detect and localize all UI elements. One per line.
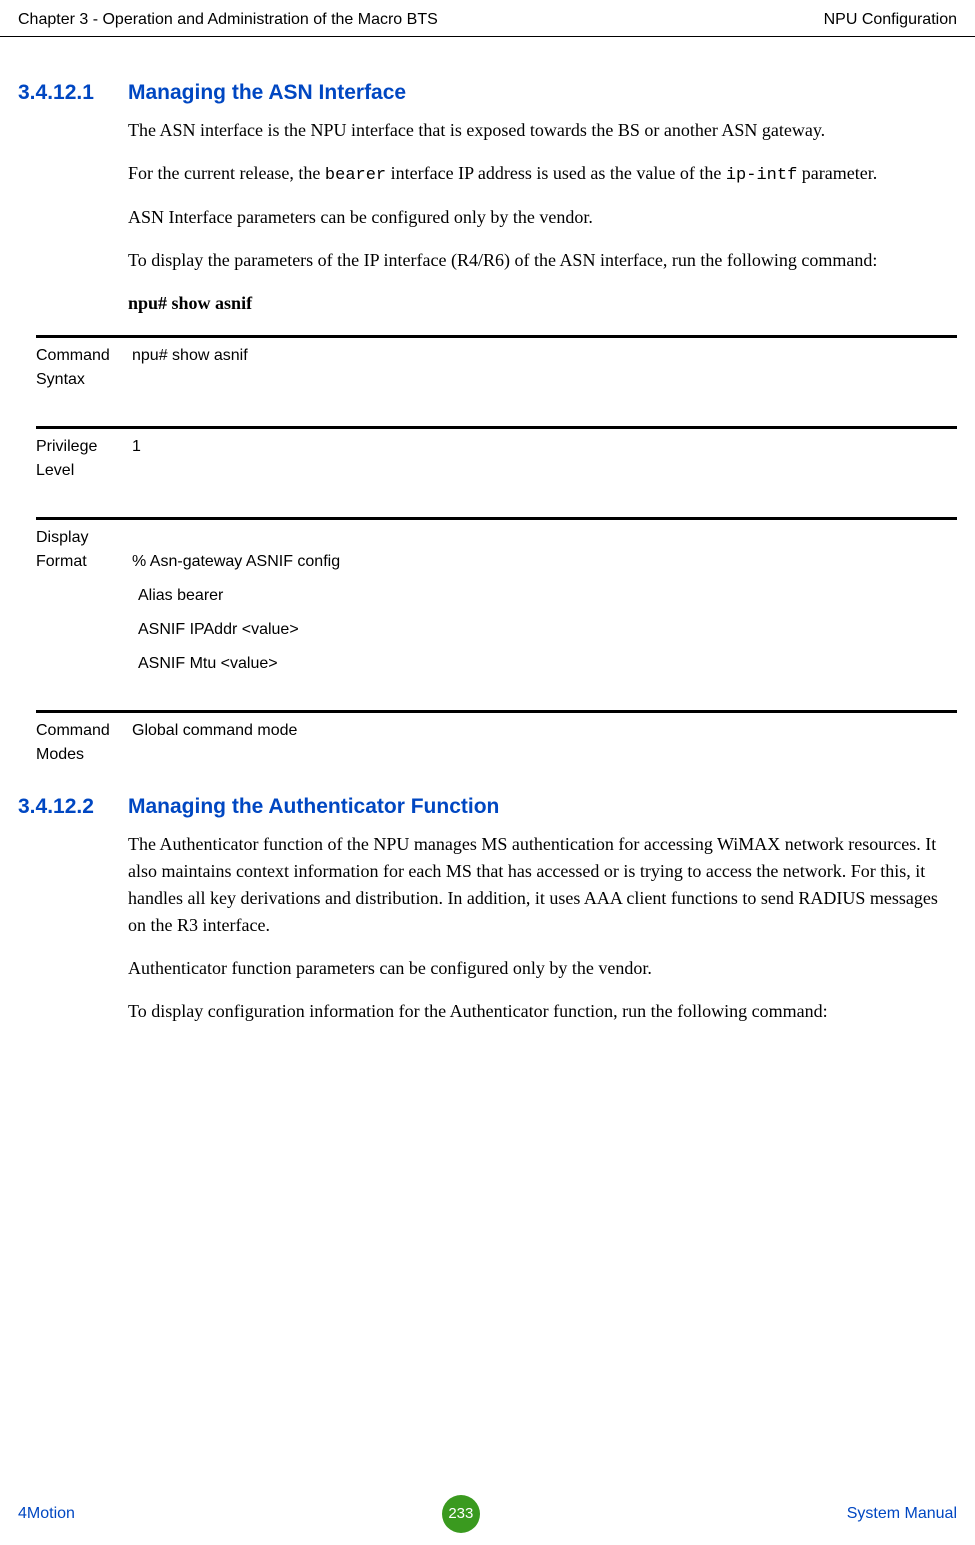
display-line: % Asn-gateway ASNIF config xyxy=(132,550,957,574)
def-privilege-level: Privilege Level 1 xyxy=(36,426,957,483)
def-value: % Asn-gateway ASNIF config Alias bearer … xyxy=(132,526,957,686)
page-content: 3.4.12.1 Managing the ASN Interface The … xyxy=(0,37,975,1051)
display-line: Alias bearer xyxy=(138,584,957,608)
section-title: Managing the ASN Interface xyxy=(128,77,406,109)
display-line: ASNIF Mtu <value> xyxy=(138,652,957,676)
def-label: Display Format xyxy=(36,526,132,686)
section-title: Managing the Authenticator Function xyxy=(128,791,499,823)
footer-left: 4Motion xyxy=(18,1502,75,1526)
def-value: Global command mode xyxy=(132,719,957,767)
paragraph: The ASN interface is the NPU interface t… xyxy=(128,117,951,144)
footer-right: System Manual xyxy=(847,1502,957,1526)
page-header: Chapter 3 - Operation and Administration… xyxy=(0,0,975,37)
section-heading-2: 3.4.12.2 Managing the Authenticator Func… xyxy=(18,791,957,823)
command-line: npu# show asnif xyxy=(128,290,951,317)
section-number: 3.4.12.2 xyxy=(18,791,128,823)
def-label: Command Modes xyxy=(36,719,132,767)
text: For the current release, the xyxy=(128,163,325,183)
section1-body: The ASN interface is the NPU interface t… xyxy=(128,117,951,318)
paragraph: For the current release, the bearer inte… xyxy=(128,160,951,189)
def-value: npu# show asnif xyxy=(132,344,957,392)
header-left: Chapter 3 - Operation and Administration… xyxy=(18,8,438,32)
page-footer: 4Motion 233 System Manual xyxy=(0,1495,975,1533)
def-command-syntax: Command Syntax npu# show asnif xyxy=(36,335,957,392)
def-command-modes: Command Modes Global command mode xyxy=(36,710,957,767)
paragraph: ASN Interface parameters can be configur… xyxy=(128,204,951,231)
header-right: NPU Configuration xyxy=(824,8,957,32)
def-label: Command Syntax xyxy=(36,344,132,392)
section-number: 3.4.12.1 xyxy=(18,77,128,109)
paragraph: The Authenticator function of the NPU ma… xyxy=(128,831,951,939)
def-value: 1 xyxy=(132,435,957,483)
def-display-format: Display Format % Asn-gateway ASNIF confi… xyxy=(36,517,957,686)
code-inline: ip-intf xyxy=(726,166,797,185)
paragraph: To display the parameters of the IP inte… xyxy=(128,247,951,274)
def-label: Privilege Level xyxy=(36,435,132,483)
section2-body: The Authenticator function of the NPU ma… xyxy=(128,831,951,1025)
page-number-badge: 233 xyxy=(442,1495,480,1533)
code-inline: bearer xyxy=(325,166,386,185)
display-line: ASNIF IPAddr <value> xyxy=(138,618,957,642)
section-heading-1: 3.4.12.1 Managing the ASN Interface xyxy=(18,77,957,109)
paragraph: Authenticator function parameters can be… xyxy=(128,955,951,982)
text: interface IP address is used as the valu… xyxy=(386,163,726,183)
text: parameter. xyxy=(797,163,877,183)
paragraph: To display configuration information for… xyxy=(128,998,951,1025)
